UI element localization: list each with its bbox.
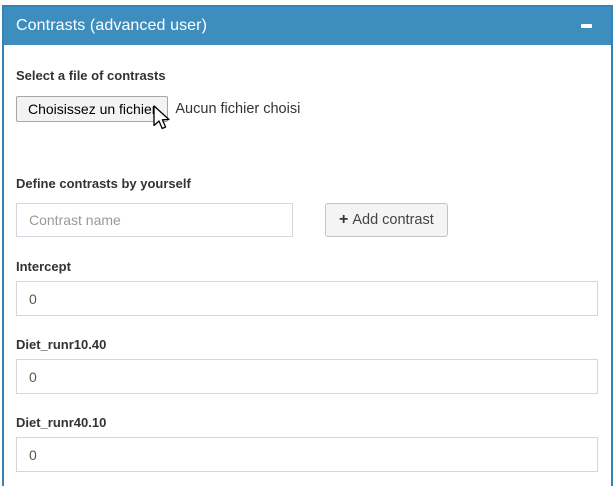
panel-title: Contrasts (advanced user) [16,17,207,35]
diet-runr40-10-input[interactable] [16,437,598,472]
coefficient-label: Diet_runr40.10 [16,415,598,430]
define-row: + Add contrast [16,203,598,237]
add-contrast-label: Add contrast [352,212,433,228]
diet-runr10-40-input[interactable] [16,359,598,394]
coefficient-group-diet-runr40-10: Diet_runr40.10 [16,415,598,472]
panel-body: Select a file of contrasts Choisissez un… [4,45,611,486]
define-section-label: Define contrasts by yourself [16,176,598,191]
add-contrast-button[interactable]: + Add contrast [325,203,448,237]
plus-icon: + [339,211,348,229]
file-section-label: Select a file of contrasts [16,68,598,83]
choose-file-button[interactable]: Choisissez un fichier [16,96,168,122]
coefficient-label: Diet_runr10.40 [16,337,598,352]
contrast-name-input[interactable] [16,203,293,237]
file-input: Choisissez un fichier Aucun fichier choi… [16,96,598,122]
file-status-text: Aucun fichier choisi [175,101,300,117]
intercept-input[interactable] [16,281,598,316]
collapse-button[interactable] [575,15,597,37]
coefficient-group-intercept: Intercept [16,259,598,316]
panel-header: Contrasts (advanced user) [4,7,611,45]
coefficient-group-diet-runr10-40: Diet_runr10.40 [16,337,598,394]
contrasts-panel: Contrasts (advanced user) Select a file … [2,5,613,486]
coefficient-label: Intercept [16,259,598,274]
minus-icon [581,24,592,28]
